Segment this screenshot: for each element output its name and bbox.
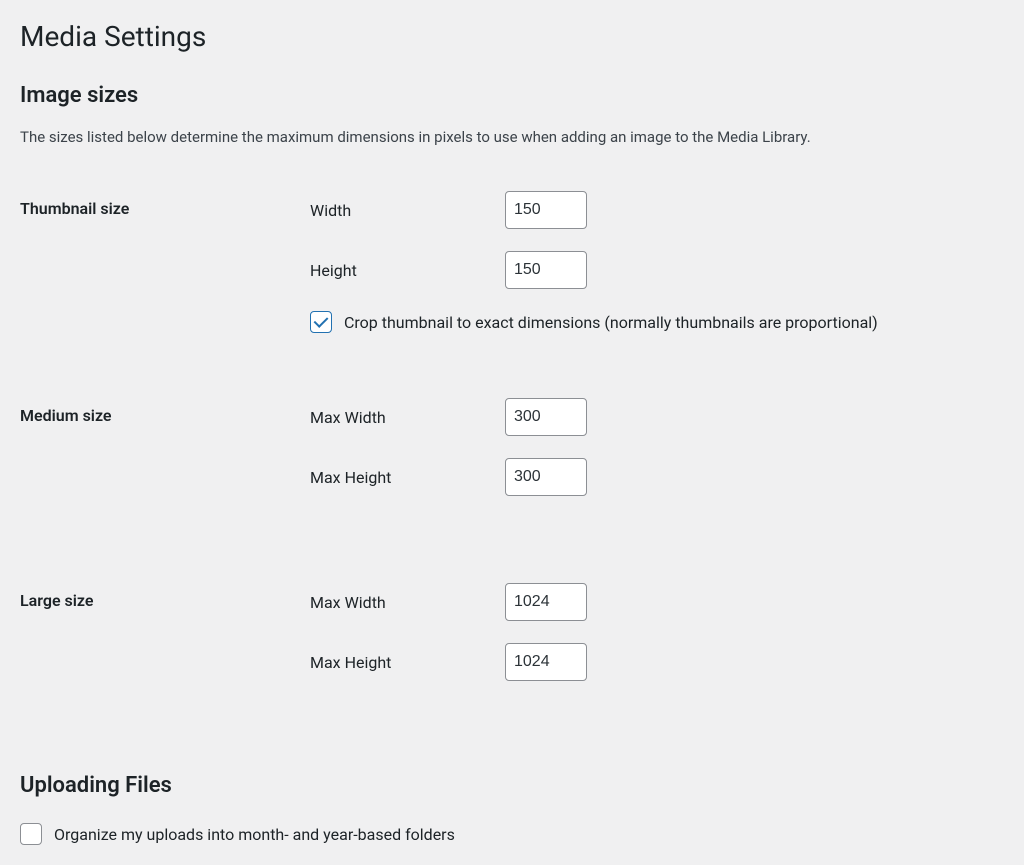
crop-thumbnail-checkbox[interactable]	[310, 311, 332, 333]
medium-max-width-input[interactable]	[505, 398, 587, 436]
crop-thumbnail-label[interactable]: Crop thumbnail to exact dimensions (norm…	[344, 313, 878, 332]
large-size-label: Large size	[20, 573, 310, 713]
medium-size-label: Medium size	[20, 388, 310, 528]
organize-uploads-checkbox[interactable]	[20, 823, 42, 845]
large-max-height-label: Max Height	[310, 653, 505, 672]
medium-max-height-label: Max Height	[310, 468, 505, 487]
large-max-width-label: Max Width	[310, 593, 505, 612]
organize-uploads-label[interactable]: Organize my uploads into month- and year…	[54, 825, 455, 844]
thumbnail-height-input[interactable]	[505, 251, 587, 289]
medium-max-height-input[interactable]	[505, 458, 587, 496]
thumbnail-width-input[interactable]	[505, 191, 587, 229]
thumbnail-width-label: Width	[310, 201, 505, 220]
uploading-files-heading: Uploading Files	[20, 773, 1004, 798]
image-sizes-description: The sizes listed below determine the max…	[20, 128, 1004, 146]
page-title: Media Settings	[20, 20, 1004, 53]
large-max-width-input[interactable]	[505, 583, 587, 621]
medium-max-width-label: Max Width	[310, 408, 505, 427]
large-max-height-input[interactable]	[505, 643, 587, 681]
image-sizes-heading: Image sizes	[20, 83, 1004, 108]
thumbnail-height-label: Height	[310, 261, 505, 280]
thumbnail-size-label: Thumbnail size	[20, 181, 310, 343]
